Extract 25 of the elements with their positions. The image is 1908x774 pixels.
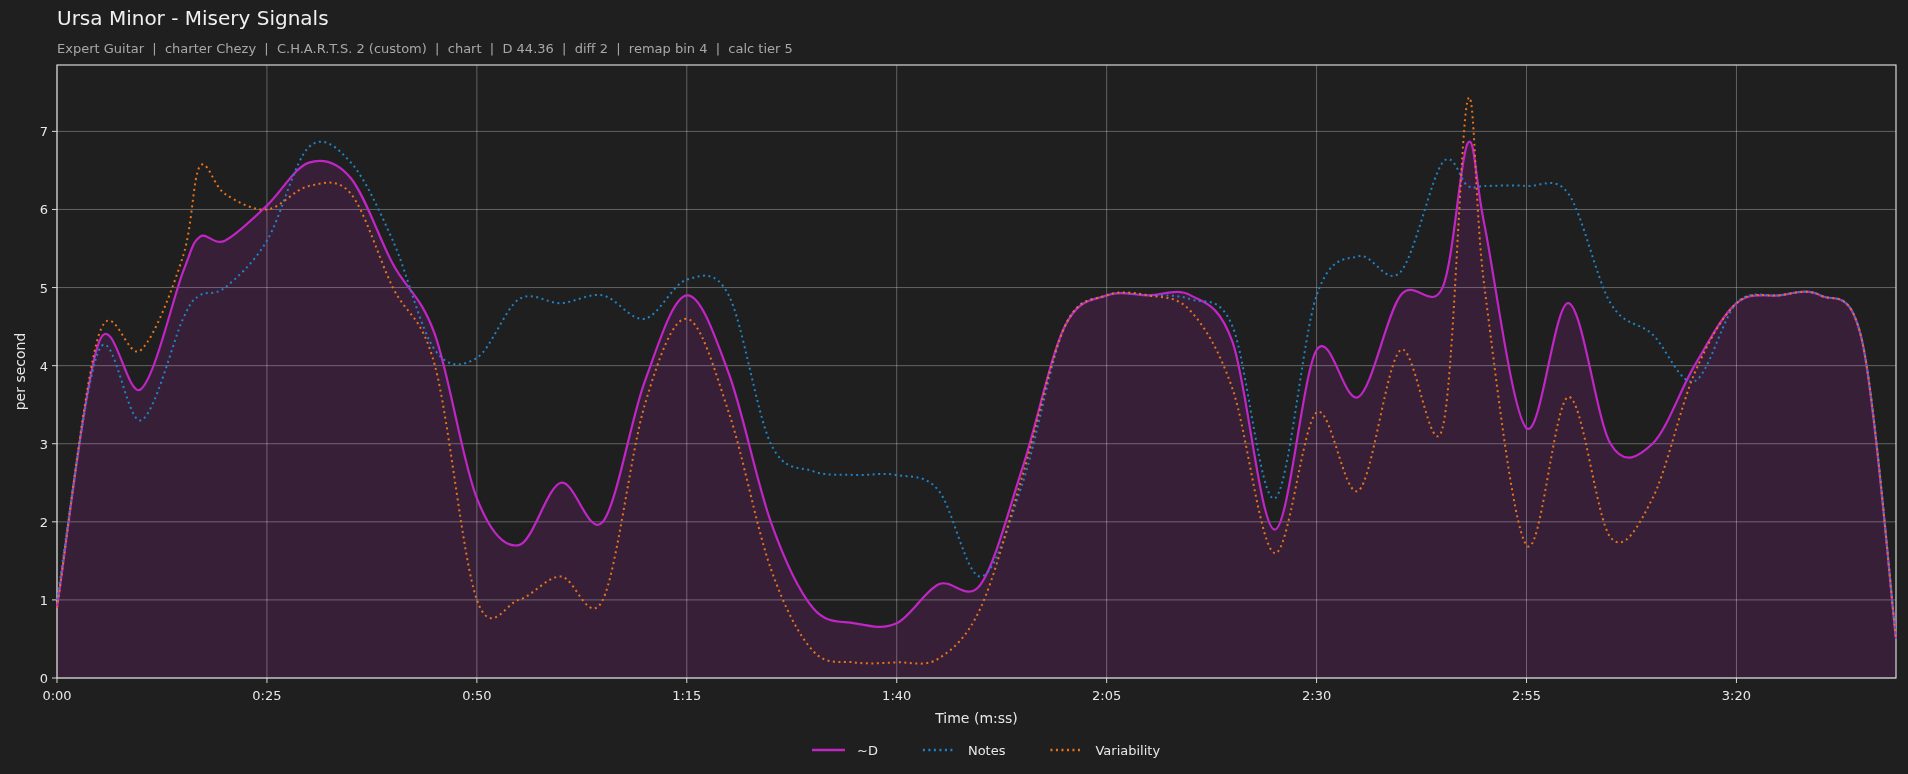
x-tick-label: 2:55 [1511,688,1542,703]
x-tick-label: 1:40 [882,688,912,703]
x-tick-label: 2:05 [1092,688,1122,703]
legend-label: Notes [967,743,1006,758]
legend-line-sample [812,748,845,752]
y-tick-label: 7 [39,124,48,140]
y-tick-label: 3 [39,436,48,452]
x-tick-label: 0:50 [462,688,492,703]
chart-subtitle: Expert Guitar | charter Chezy | C.H.A.R.T.S. 2 (custom) | chart | D 44.36 | diff 2 | remap bin 4 | calc tier 5 [57,41,793,56]
x-tick-label: 0:00 [42,688,72,703]
legend-label: ~D [857,743,878,758]
x-tick-label: 2:30 [1302,688,1332,703]
y-tick-label: 0 [39,671,48,686]
x-tick-label: 0:25 [252,688,282,703]
x-tick-label: 1:15 [672,688,702,703]
y-tick-label: 1 [39,592,48,608]
x-axis-label: Time (m:ss) [935,710,1018,726]
y-tick-label: 4 [39,358,48,374]
y-axis-label: per second [12,332,28,411]
y-tick-label: 5 [39,280,48,296]
legend-label: Variability [1095,743,1161,758]
chart-title: Ursa Minor - Misery Signals [57,6,329,30]
x-tick-label: 3:20 [1721,688,1752,703]
y-tick-label: 6 [39,202,48,218]
y-tick-label: 2 [39,514,48,530]
